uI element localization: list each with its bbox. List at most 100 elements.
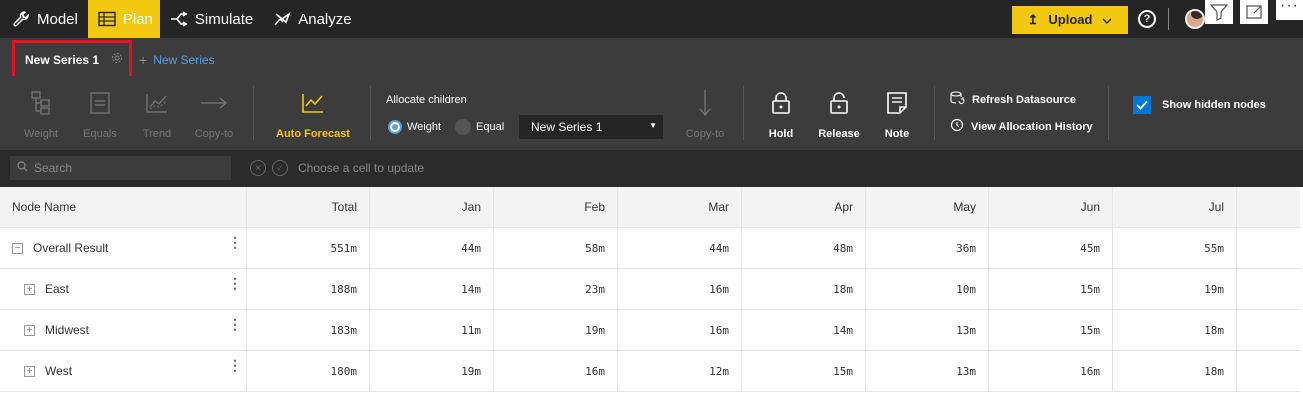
nav-analyze[interactable]: Analyze [263, 0, 361, 38]
cell-may[interactable]: 13m [866, 310, 989, 350]
show-hidden-nodes-label: Show hidden nodes [1162, 99, 1266, 111]
cell-jan[interactable]: 14m [370, 269, 494, 309]
expand-icon[interactable]: + [24, 324, 35, 336]
forecast-icon [301, 88, 325, 118]
expand-icon[interactable]: + [24, 365, 35, 377]
copy-to-tool[interactable]: Copy-to [192, 88, 236, 140]
column-header-mar[interactable]: Mar [618, 187, 742, 227]
refresh-datasource-button[interactable]: Refresh Datasource [950, 91, 1076, 108]
row-name-cell[interactable]: + West ⋮ [0, 351, 247, 391]
cell-apr[interactable]: 15m [742, 351, 866, 391]
cell-jun[interactable]: 16m [989, 351, 1113, 391]
cell-jul[interactable]: 18m [1113, 351, 1237, 391]
checkbox-checked-icon[interactable] [1133, 96, 1151, 114]
more-options-icon[interactable]: ··· [1276, 0, 1303, 20]
row-name-cell[interactable]: + Midwest ⋮ [0, 310, 247, 350]
column-header-jul[interactable]: Jul [1113, 187, 1237, 227]
cell-jan[interactable]: 11m [370, 310, 494, 350]
cell-jan[interactable]: 44m [370, 228, 494, 268]
cell-mar[interactable]: 16m [618, 269, 742, 309]
plus-icon: + [139, 52, 148, 68]
weight-tool[interactable]: Weight [22, 88, 60, 140]
column-header-apr[interactable]: Apr [742, 187, 866, 227]
cell-feb[interactable]: 58m [494, 228, 618, 268]
collapse-icon[interactable]: − [12, 242, 23, 254]
cell-jul[interactable]: 55m [1113, 228, 1237, 268]
wrench-icon [12, 10, 30, 28]
filter-icon[interactable] [1205, 0, 1233, 24]
copy-to-2-label: Copy-to [685, 128, 725, 140]
view-allocation-history-button[interactable]: View Allocation History [950, 118, 1093, 135]
view-allocation-history-label: View Allocation History [971, 120, 1093, 133]
hierarchy-icon [30, 88, 52, 118]
column-header-may[interactable]: May [866, 187, 989, 227]
cancel-icon[interactable]: ✕ [250, 160, 266, 176]
row-menu-icon[interactable]: ⋮ [228, 317, 242, 331]
column-header-jan[interactable]: Jan [370, 187, 494, 227]
row-name: West [45, 364, 73, 378]
cell-may[interactable]: 13m [866, 351, 989, 391]
cell-total[interactable]: 183m [247, 310, 370, 350]
cell-feb[interactable]: 19m [494, 310, 618, 350]
nav-simulate[interactable]: Simulate [160, 0, 263, 38]
cell-apr[interactable]: 18m [742, 269, 866, 309]
cell-jul[interactable]: 18m [1113, 310, 1237, 350]
nav-model[interactable]: Model [0, 0, 88, 38]
row-menu-icon[interactable]: ⋮ [228, 358, 242, 372]
divider [934, 86, 935, 140]
table-icon [98, 11, 116, 27]
radio-weight[interactable] [388, 120, 402, 134]
column-header-jun[interactable]: Jun [989, 187, 1113, 227]
release-button[interactable]: Release [816, 88, 862, 140]
cell-feb[interactable]: 16m [494, 351, 618, 391]
search-input[interactable]: Search [10, 156, 231, 180]
upload-button[interactable]: ↥ Upload [1012, 5, 1128, 34]
avatar[interactable] [1185, 9, 1205, 29]
cell-mar[interactable]: 12m [618, 351, 742, 391]
row-menu-icon[interactable]: ⋮ [228, 276, 242, 290]
tab-new-series-1[interactable]: New Series 1 [12, 40, 132, 79]
cell-jan[interactable]: 19m [370, 351, 494, 391]
table-row: + East ⋮ 188m 14m 23m 16m 18m 10m 15m 19… [0, 269, 1300, 310]
radio-equal-label: Equal [476, 121, 505, 133]
cell-total[interactable]: 180m [247, 351, 370, 391]
cell-apr[interactable]: 14m [742, 310, 866, 350]
cell-jun[interactable]: 15m [989, 310, 1113, 350]
row-name-cell[interactable]: + East ⋮ [0, 269, 247, 309]
gear-icon[interactable] [111, 51, 123, 69]
row-name-cell[interactable]: − Overall Result ⋮ [0, 228, 247, 268]
confirm-icon[interactable]: ✓ [272, 160, 288, 176]
cell-jul[interactable]: 19m [1113, 269, 1237, 309]
cell-may[interactable]: 36m [866, 228, 989, 268]
note-button[interactable]: Note [879, 88, 915, 140]
cell-may[interactable]: 10m [866, 269, 989, 309]
row-menu-icon[interactable]: ⋮ [228, 235, 242, 249]
hold-button[interactable]: Hold [763, 88, 799, 140]
search-placeholder: Search [34, 161, 73, 175]
expand-icon[interactable]: + [24, 283, 35, 295]
equals-tool[interactable]: Equals [81, 88, 119, 140]
new-series-button[interactable]: + New Series [139, 52, 215, 68]
auto-forecast-tool[interactable]: Auto Forecast [272, 88, 354, 140]
series-select[interactable]: New Series 1 ▼ [519, 115, 663, 139]
table-header-row: Node Name Total Jan Feb Mar Apr May Jun … [0, 187, 1300, 228]
nav-plan[interactable]: Plan [87, 0, 160, 38]
focus-mode-icon[interactable] [1240, 0, 1268, 24]
trend-tool-label: Trend [142, 128, 172, 140]
cell-mar[interactable]: 16m [618, 310, 742, 350]
cell-feb[interactable]: 23m [494, 269, 618, 309]
radio-equal[interactable] [455, 119, 472, 135]
cell-total[interactable]: 551m [247, 228, 370, 268]
help-icon[interactable]: ? [1138, 10, 1156, 28]
cell-jun[interactable]: 45m [989, 228, 1113, 268]
cell-mar[interactable]: 44m [618, 228, 742, 268]
cell-jun[interactable]: 15m [989, 269, 1113, 309]
copy-to-tool-2[interactable]: Copy-to [682, 88, 728, 140]
trend-tool[interactable]: Trend [138, 88, 176, 140]
column-header-total[interactable]: Total [247, 187, 370, 227]
show-hidden-nodes-toggle[interactable]: Show hidden nodes [1133, 96, 1266, 114]
cell-total[interactable]: 188m [247, 269, 370, 309]
column-header-feb[interactable]: Feb [494, 187, 618, 227]
cell-apr[interactable]: 48m [742, 228, 866, 268]
column-header-node-name[interactable]: Node Name [0, 187, 247, 227]
